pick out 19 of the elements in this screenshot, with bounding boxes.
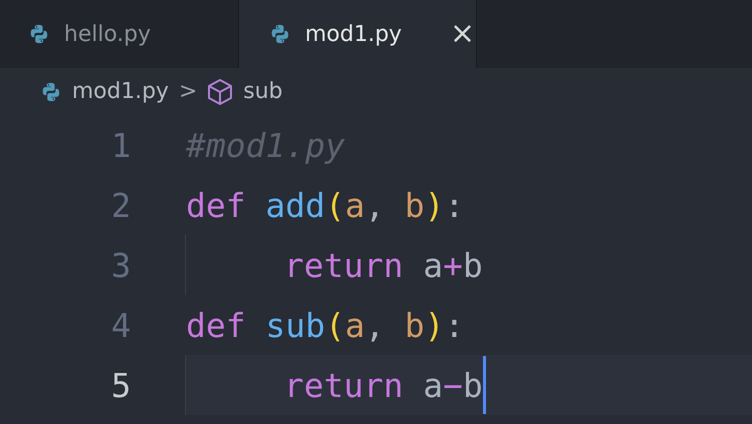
cube-icon <box>207 78 234 106</box>
close-icon[interactable]: × <box>450 19 475 49</box>
python-icon <box>269 23 291 45</box>
line-number: 1 <box>110 126 131 164</box>
breadcrumb-separator: > <box>178 79 198 104</box>
line-number: 2 <box>110 186 131 224</box>
line-number: 4 <box>110 306 131 344</box>
code-line: def sub(a, b): <box>185 304 466 346</box>
editor-tab[interactable]: mod1.py × <box>239 0 477 68</box>
code-line: def add(a, b): <box>185 184 466 226</box>
python-icon <box>40 80 62 102</box>
line-number: 3 <box>110 246 131 284</box>
code-line: return a+b <box>185 235 752 295</box>
text-cursor <box>482 356 486 414</box>
breadcrumb-symbol[interactable]: sub <box>243 79 283 104</box>
line-number: 5 <box>110 366 131 404</box>
code-line: #mod1.py <box>185 124 346 166</box>
breadcrumb-file[interactable]: mod1.py <box>72 79 169 104</box>
python-icon <box>28 23 50 45</box>
